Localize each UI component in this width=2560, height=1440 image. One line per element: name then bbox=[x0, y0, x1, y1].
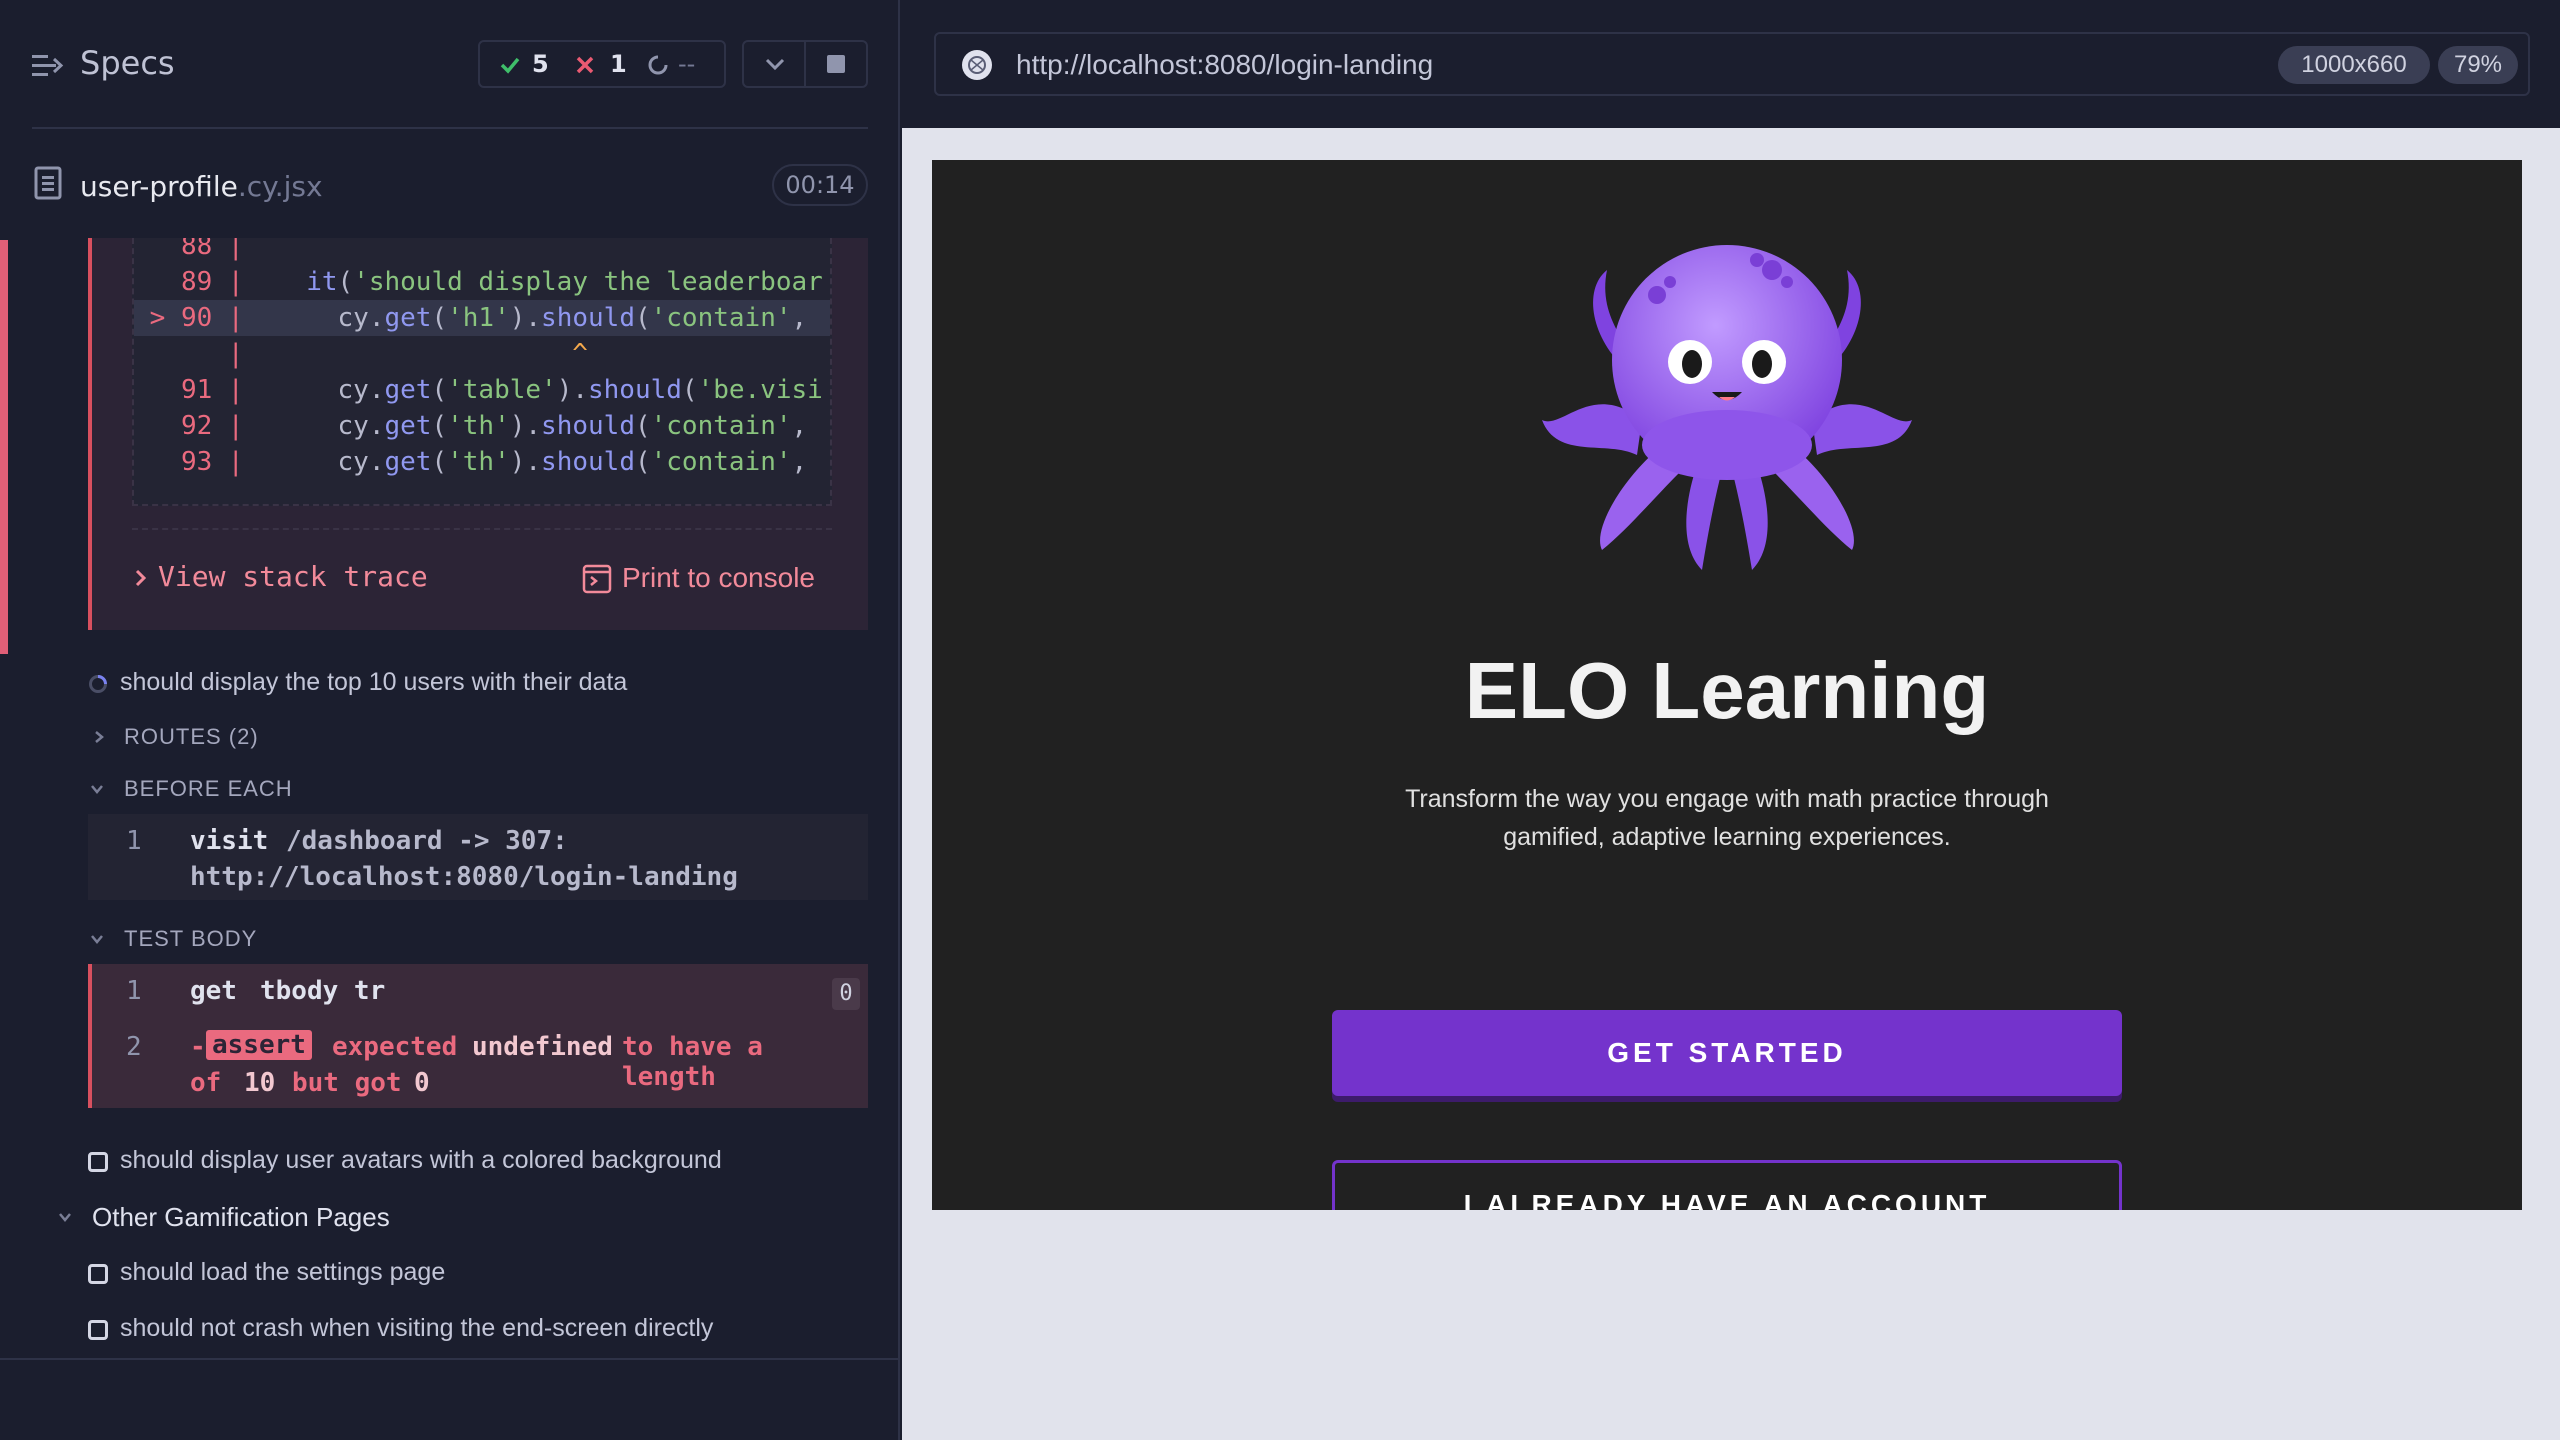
code-line: 88 | bbox=[134, 238, 830, 264]
command-message: tbody tr bbox=[260, 976, 386, 1006]
app-preview-pane: http://localhost:8080/login-landing 1000… bbox=[902, 0, 2560, 1440]
app-viewport: ELO Learning Transform the way you engag… bbox=[932, 160, 2522, 1210]
code-frame: 88 | 89 | it('should display the leaderb… bbox=[132, 238, 832, 506]
chevron-down-icon[interactable] bbox=[58, 1210, 72, 1224]
command-index: 1 bbox=[126, 976, 142, 1006]
check-icon bbox=[500, 57, 520, 74]
line-number: 93 bbox=[180, 447, 213, 477]
assert-message: 0 bbox=[414, 1068, 430, 1098]
reporter-panel: Specs 5 1 -- user-profile.cy.jsx 00:14 8… bbox=[0, 0, 900, 1440]
pending-count: -- bbox=[678, 50, 696, 78]
preview-toolbar: http://localhost:8080/login-landing 1000… bbox=[902, 0, 2560, 128]
line-number: 88 bbox=[180, 238, 213, 261]
chevron-right-icon[interactable] bbox=[92, 730, 106, 744]
globe-icon bbox=[962, 50, 992, 80]
assert-prefix: - bbox=[190, 1032, 206, 1062]
get-started-button[interactable]: GET STARTED bbox=[1332, 1010, 2122, 1096]
print-to-console-label: Print to console bbox=[622, 562, 815, 593]
specs-list-icon[interactable] bbox=[30, 50, 64, 82]
before-each-toggle[interactable]: BEFORE EACH bbox=[124, 776, 293, 802]
pending-test-icon bbox=[88, 1152, 108, 1172]
running-spinner-icon bbox=[89, 675, 107, 693]
spec-file-basename: user-profile bbox=[80, 170, 238, 203]
print-to-console-button[interactable]: Print to console bbox=[582, 562, 815, 594]
assert-message: 10 bbox=[244, 1068, 276, 1098]
command-message: /dashboard -> 307: bbox=[286, 826, 568, 856]
code-line: 92 | cy.get('th').should('contain', bbox=[180, 411, 808, 441]
existing-account-button[interactable]: I ALREADY HAVE AN ACCOUNT bbox=[1332, 1160, 2122, 1210]
app-description: Transform the way you engage with math p… bbox=[1405, 785, 2049, 851]
chevron-down-icon[interactable] bbox=[90, 932, 104, 946]
error-marker: > bbox=[149, 303, 166, 333]
command-index: 2 bbox=[126, 1032, 142, 1062]
viewport-size-badge[interactable]: 1000x660 bbox=[2278, 46, 2430, 84]
spec-file-name[interactable]: user-profile.cy.jsx bbox=[80, 170, 323, 203]
terminal-icon bbox=[582, 564, 612, 594]
line-number: 92 bbox=[180, 411, 213, 441]
chevron-down-icon[interactable] bbox=[90, 782, 104, 796]
x-icon bbox=[576, 56, 594, 74]
failed-count: 1 bbox=[610, 50, 627, 78]
view-stack-trace-button[interactable]: View stack trace bbox=[134, 560, 428, 593]
spec-file-header: user-profile.cy.jsx 00:14 bbox=[0, 150, 898, 218]
routes-toggle[interactable]: ROUTES (2) bbox=[124, 724, 259, 750]
pending-icon bbox=[648, 55, 668, 75]
test-stats: 5 1 -- bbox=[478, 40, 726, 88]
document-icon bbox=[34, 166, 62, 200]
test-title-avatars[interactable]: should display user avatars with a color… bbox=[120, 1146, 722, 1175]
stop-icon[interactable] bbox=[826, 54, 846, 74]
chevron-right-icon bbox=[135, 569, 147, 587]
failure-indicator bbox=[0, 240, 8, 654]
code-line-highlighted: > 90 | cy.get('h1').should('contain', bbox=[134, 300, 830, 336]
test-body-toggle[interactable]: TEST BODY bbox=[124, 926, 257, 952]
command-log-before-each: 1 visit /dashboard -> 307: http://localh… bbox=[88, 814, 868, 900]
command-index: 1 bbox=[126, 826, 142, 856]
code-line: 93 | cy.get('th').should('contain', bbox=[180, 447, 808, 477]
test-title-end-screen[interactable]: should not crash when visiting the end-s… bbox=[120, 1314, 713, 1343]
reporter-header: Specs 5 1 -- bbox=[0, 0, 898, 128]
element-count-badge: 0 bbox=[832, 978, 860, 1010]
specs-title[interactable]: Specs bbox=[80, 44, 175, 82]
url-text: http://localhost:8080/login-landing bbox=[1016, 49, 1434, 80]
stack-trace-label: View stack trace bbox=[158, 560, 428, 593]
passed-count: 5 bbox=[532, 50, 549, 78]
duration-badge: 00:14 bbox=[772, 164, 868, 206]
assert-message: expected bbox=[332, 1032, 458, 1062]
command-log-test-body: 1 get tbody tr 0 2 - assert expected und… bbox=[88, 964, 868, 1108]
zoom-badge[interactable]: 79% bbox=[2438, 46, 2518, 84]
assert-message: of bbox=[190, 1068, 222, 1098]
chevron-down-icon[interactable] bbox=[764, 54, 786, 74]
run-controls bbox=[742, 40, 868, 88]
url-bar[interactable]: http://localhost:8080/login-landing 1000… bbox=[934, 32, 2530, 96]
test-title-settings[interactable]: should load the settings page bbox=[120, 1258, 445, 1287]
line-number: 91 bbox=[180, 375, 213, 405]
code-line: | ^ bbox=[134, 339, 588, 369]
assert-badge[interactable]: assert bbox=[206, 1030, 312, 1060]
assert-message: to have a length bbox=[622, 1032, 763, 1092]
code-line: 91 | cy.get('table').should('be.visi bbox=[180, 375, 823, 405]
code-line: 89 | it('should display the leaderboar bbox=[180, 267, 823, 297]
command-name[interactable]: get bbox=[190, 976, 237, 1006]
assert-message: undefined bbox=[472, 1032, 613, 1062]
command-name[interactable]: visit bbox=[190, 826, 268, 856]
line-number: 90 bbox=[180, 303, 213, 333]
app-title: ELO Learning bbox=[1464, 646, 1990, 735]
command-message: http://localhost:8080/login-landing bbox=[190, 862, 738, 892]
pending-test-icon bbox=[88, 1264, 108, 1284]
suite-title[interactable]: Other Gamification Pages bbox=[92, 1202, 390, 1233]
spec-file-extension: .cy.jsx bbox=[237, 170, 323, 203]
test-title-running[interactable]: should display the top 10 users with the… bbox=[120, 668, 627, 697]
assert-message: but got bbox=[292, 1068, 402, 1098]
octopus-mascot-icon bbox=[1542, 245, 1912, 570]
pending-test-icon bbox=[88, 1320, 108, 1340]
error-panel: 88 | 89 | it('should display the leaderb… bbox=[88, 238, 868, 630]
line-number: 89 bbox=[180, 267, 213, 297]
